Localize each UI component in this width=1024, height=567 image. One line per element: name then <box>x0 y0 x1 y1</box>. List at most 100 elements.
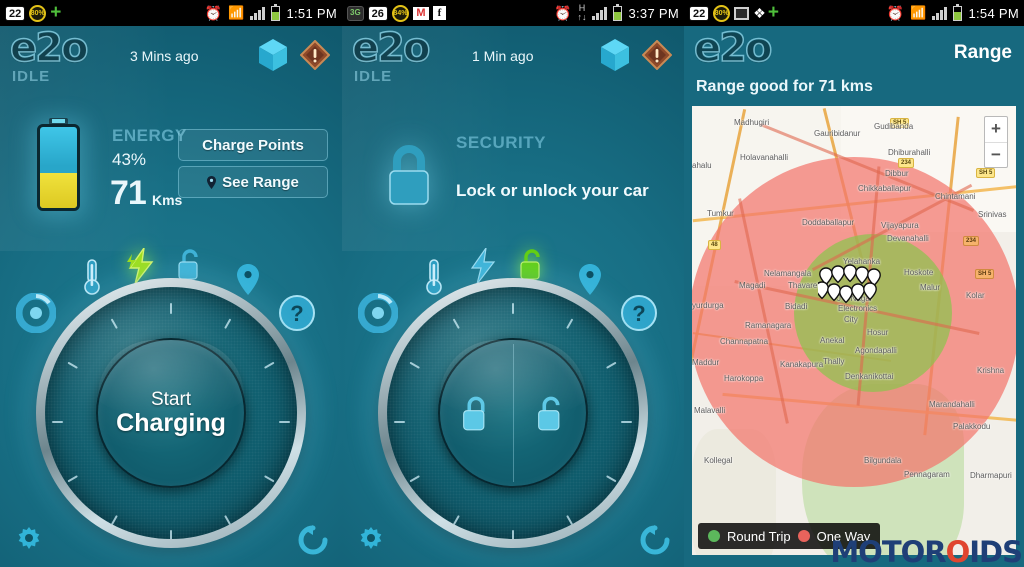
see-range-button[interactable]: See Range <box>178 166 328 198</box>
map-place-label: Holavanahalli <box>740 153 789 162</box>
unlock-car-button[interactable] <box>513 338 588 488</box>
legend-dot-round-trip <box>708 530 720 542</box>
battery-icon <box>271 3 281 21</box>
charging-dial[interactable]: Start Charging <box>36 278 306 548</box>
image-icon <box>734 6 750 20</box>
range-map[interactable]: 48 SH 5 234 SH 5 234 SH 5 Madhugiri Gauri… <box>692 106 1016 555</box>
footer-1 <box>0 511 342 567</box>
battery-icon <box>953 3 963 21</box>
footer-2 <box>342 511 684 567</box>
map-place-label: Hoskote <box>904 268 934 277</box>
map-place-label: Hosur <box>867 328 889 337</box>
range-subtitle: Range good for 71 kms <box>696 78 873 95</box>
cube-icon[interactable] <box>600 38 630 72</box>
map-place-label: Gauribidanur <box>814 129 861 138</box>
security-label: SECURITY <box>456 133 546 152</box>
reload-icon[interactable] <box>640 525 670 555</box>
lock-icon <box>462 396 485 430</box>
dial-line-1: Start <box>150 388 192 410</box>
panel-charging: 22 80% + ⏰ 📶 1:51 PM e2o IDLE 3 Mins ago <box>0 0 342 567</box>
map-place-label: Bilgundala <box>864 456 902 465</box>
map-place-label: Madhugiri <box>734 118 770 127</box>
alert-icon[interactable] <box>642 40 672 70</box>
gear-icon[interactable] <box>356 525 386 555</box>
map-place-label: Devanahalli <box>887 234 929 243</box>
e2o-logo: e2o <box>9 25 89 71</box>
start-charging-button[interactable]: Start Charging <box>96 338 246 488</box>
energy-percent: 43% <box>112 150 147 169</box>
route-shield: SH 5 <box>975 269 995 279</box>
status-clock: 1:54 PM <box>968 5 1019 21</box>
map-place-label: Malavalli <box>694 406 726 415</box>
map-place-label: Anekal <box>820 336 845 345</box>
signal-icon <box>592 6 608 20</box>
range-value: 71 <box>110 174 147 212</box>
alarm-icon: ⏰ <box>204 4 223 21</box>
lock-car-button[interactable] <box>438 338 513 488</box>
legend-dot-one-way <box>797 530 810 542</box>
charge-points-button[interactable]: Charge Points <box>178 129 328 161</box>
map-place-label: Maddur <box>692 358 720 367</box>
map-canvas[interactable]: 48 SH 5 234 SH 5 234 SH 5 Madhugiri Gauri… <box>692 106 1016 555</box>
security-message: Lock or unlock your car <box>456 181 649 200</box>
signal-icon <box>250 6 266 20</box>
map-place-label: Agondapalli <box>855 346 897 355</box>
battery-icon <box>613 3 623 21</box>
zoom-out-button[interactable]: − <box>985 143 1007 168</box>
alert-icon[interactable] <box>300 40 330 70</box>
map-place-label: Kollegal <box>704 456 733 465</box>
cube-icon[interactable] <box>258 38 288 72</box>
map-place-label: City <box>844 315 858 324</box>
e2o-logo: e2o <box>351 25 431 71</box>
lock-icon <box>389 145 429 205</box>
gear-icon[interactable] <box>14 525 44 555</box>
map-place-label: Channapatna <box>720 337 769 346</box>
gmail-icon: M <box>412 6 429 20</box>
battery-percent-badge: 80% <box>29 4 47 22</box>
lock-divider <box>513 344 514 482</box>
map-place-label: Kanakapura <box>780 360 824 369</box>
map-place-label: Pennagaram <box>904 470 950 479</box>
charge-points-label: Charge Points <box>202 136 304 154</box>
map-place-label: Harokoppa <box>724 374 764 383</box>
reload-icon[interactable] <box>298 525 328 555</box>
unlock-icon[interactable] <box>177 248 203 281</box>
map-place-label: Chintamani <box>935 192 976 201</box>
notification-count-badge: 26 <box>367 5 388 21</box>
map-place-label: Denkanikottai <box>845 372 894 381</box>
route-shield: 234 <box>963 236 980 246</box>
alarm-icon: ⏰ <box>886 4 905 21</box>
security-dial[interactable] <box>378 278 648 548</box>
wifi-icon: 📶 <box>228 5 245 20</box>
map-place-label: Tumkur <box>707 209 734 218</box>
plus-icon: + <box>50 2 62 23</box>
app-header-3: e2o Range <box>684 26 1024 70</box>
e2o-logo: e2o <box>693 25 773 71</box>
dial-line-2: Charging <box>116 408 226 437</box>
status-bar-3: 22 80% ❖ + ⏰ 📶 1:54 PM <box>684 0 1024 26</box>
lock-unlock-pair <box>438 338 588 488</box>
map-place-label: Malur <box>920 283 941 292</box>
charge-point-cluster[interactable] <box>815 264 888 310</box>
map-place-label: Dharmapuri <box>970 471 1012 480</box>
map-zoom-controls[interactable]: + − <box>984 116 1008 168</box>
pin-cluster-icon <box>815 264 881 304</box>
map-place-label: Chikkaballapur <box>858 184 911 193</box>
map-place-label: ahalu <box>692 161 712 170</box>
unlock-icon <box>537 396 560 430</box>
dropbox-icon: ❖ <box>753 4 765 21</box>
map-place-label: yurdurga <box>692 301 724 310</box>
3g-icon: 3G <box>347 5 364 21</box>
zoom-in-button[interactable]: + <box>985 117 1007 143</box>
status-bar-2: 3G 26 84% M f ⏰ H ↑↓ 3:37 PM <box>342 0 684 26</box>
plus-icon: + <box>767 2 779 23</box>
map-place-label: Thally <box>823 357 845 366</box>
map-place-label: Vijayapura <box>881 221 919 230</box>
energy-label: ENERGY <box>112 126 187 145</box>
map-place-label: Srinivas <box>978 210 1007 219</box>
route-shield: SH 5 <box>976 168 996 178</box>
app-surface-range: e2o Range Range good for 71 kms 48 SH 5 … <box>684 26 1024 567</box>
unlock-icon[interactable] <box>519 248 545 281</box>
alarm-icon: ⏰ <box>554 4 572 21</box>
app-surface-charging: e2o IDLE 3 Mins ago ENERGY 43% 71 Kms Ch… <box>0 26 342 567</box>
